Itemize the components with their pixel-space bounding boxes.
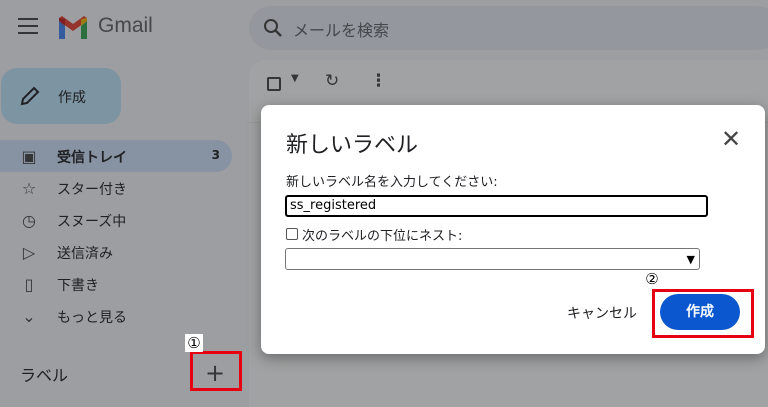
- annotation-box-step1: [190, 351, 242, 391]
- annotation-number-step1: ①: [185, 334, 203, 352]
- parent-label-select[interactable]: ▼: [285, 248, 700, 270]
- nest-label: 次のラベルの下位にネスト:: [302, 229, 463, 244]
- chevron-down-icon: ▼: [686, 253, 695, 266]
- cancel-button[interactable]: キャンセル: [567, 303, 637, 323]
- annotation-box-step2: [652, 289, 754, 338]
- nest-checkbox[interactable]: [286, 228, 298, 240]
- close-icon[interactable]: ✕: [717, 125, 745, 153]
- annotation-number-step2: ②: [643, 270, 661, 288]
- dialog-title: 新しいラベル: [286, 133, 419, 158]
- label-name-input[interactable]: ss_registered: [285, 195, 708, 217]
- label-name-prompt: 新しいラベル名を入力してください:: [286, 175, 498, 190]
